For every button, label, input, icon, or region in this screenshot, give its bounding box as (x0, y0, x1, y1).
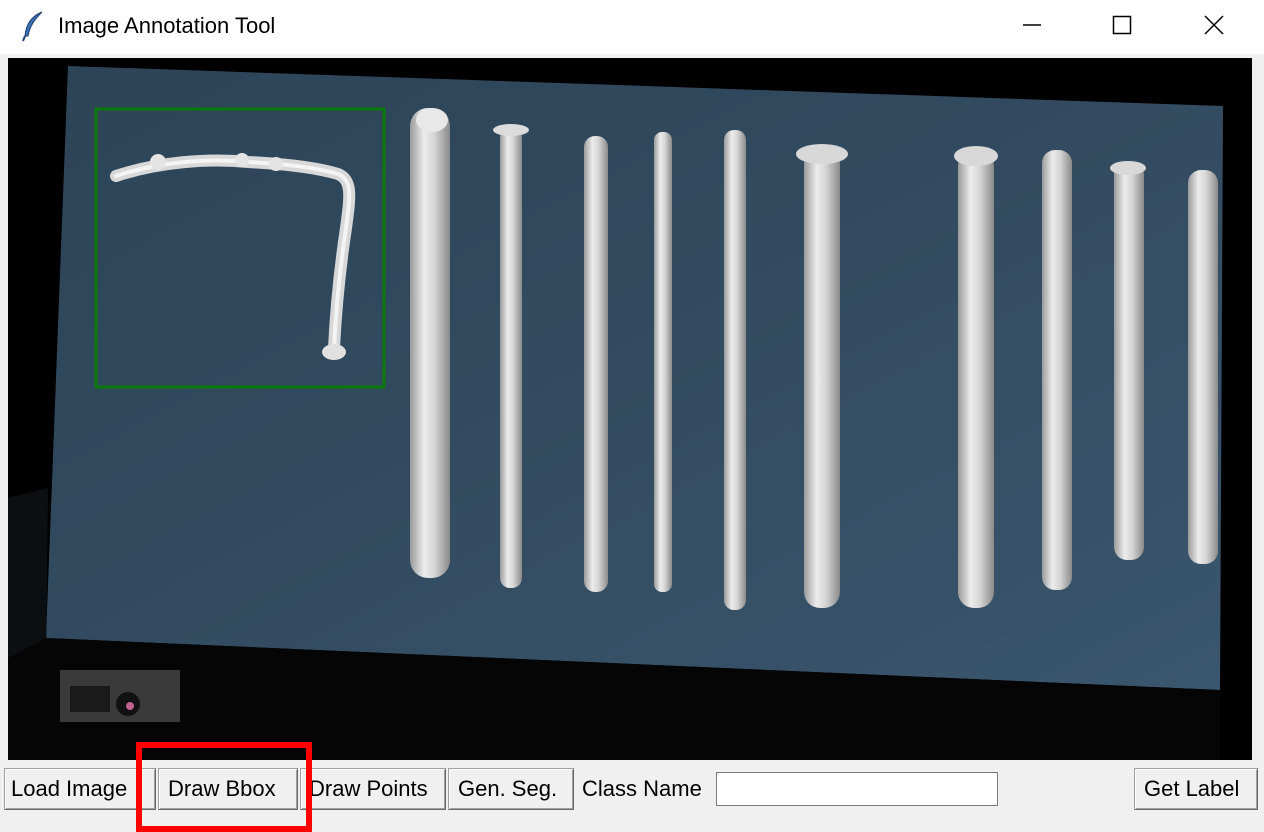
close-button[interactable] (1168, 0, 1260, 54)
window-border-right (1258, 58, 1264, 760)
feather-icon (20, 10, 48, 42)
app-window: Image Annotation Tool Load Image Draw Bb… (0, 0, 1264, 832)
class-name-input[interactable] (716, 772, 998, 806)
bead-5 (724, 130, 746, 610)
bead-10 (1188, 170, 1218, 564)
draw-points-button[interactable]: Draw Points (300, 768, 446, 810)
loaded-image (8, 58, 1252, 760)
bottom-toolbar: Load Image Draw Bbox Draw Points Gen. Se… (0, 762, 1264, 832)
bead-7 (954, 146, 998, 608)
draw-bbox-button[interactable]: Draw Bbox (158, 768, 298, 810)
maximize-icon (1112, 15, 1132, 40)
close-icon (1204, 14, 1224, 40)
bead-9 (1110, 161, 1146, 560)
window-title: Image Annotation Tool (58, 13, 276, 38)
bead-8 (1042, 150, 1072, 590)
load-image-button[interactable]: Load Image (4, 768, 156, 810)
class-name-label: Class Name (582, 776, 702, 801)
title-bar: Image Annotation Tool (0, 0, 1264, 54)
window-border-left (0, 58, 8, 760)
get-label-button[interactable]: Get Label (1134, 768, 1258, 810)
bead-4 (654, 132, 672, 592)
minimize-icon (1022, 15, 1042, 40)
maximize-button[interactable] (1076, 0, 1168, 54)
bead-1 (410, 108, 450, 578)
camera-object (60, 670, 180, 722)
image-canvas[interactable] (8, 58, 1252, 760)
gen-seg-button[interactable]: Gen. Seg. (448, 768, 574, 810)
minimize-button[interactable] (986, 0, 1078, 54)
bead-3 (584, 136, 608, 592)
